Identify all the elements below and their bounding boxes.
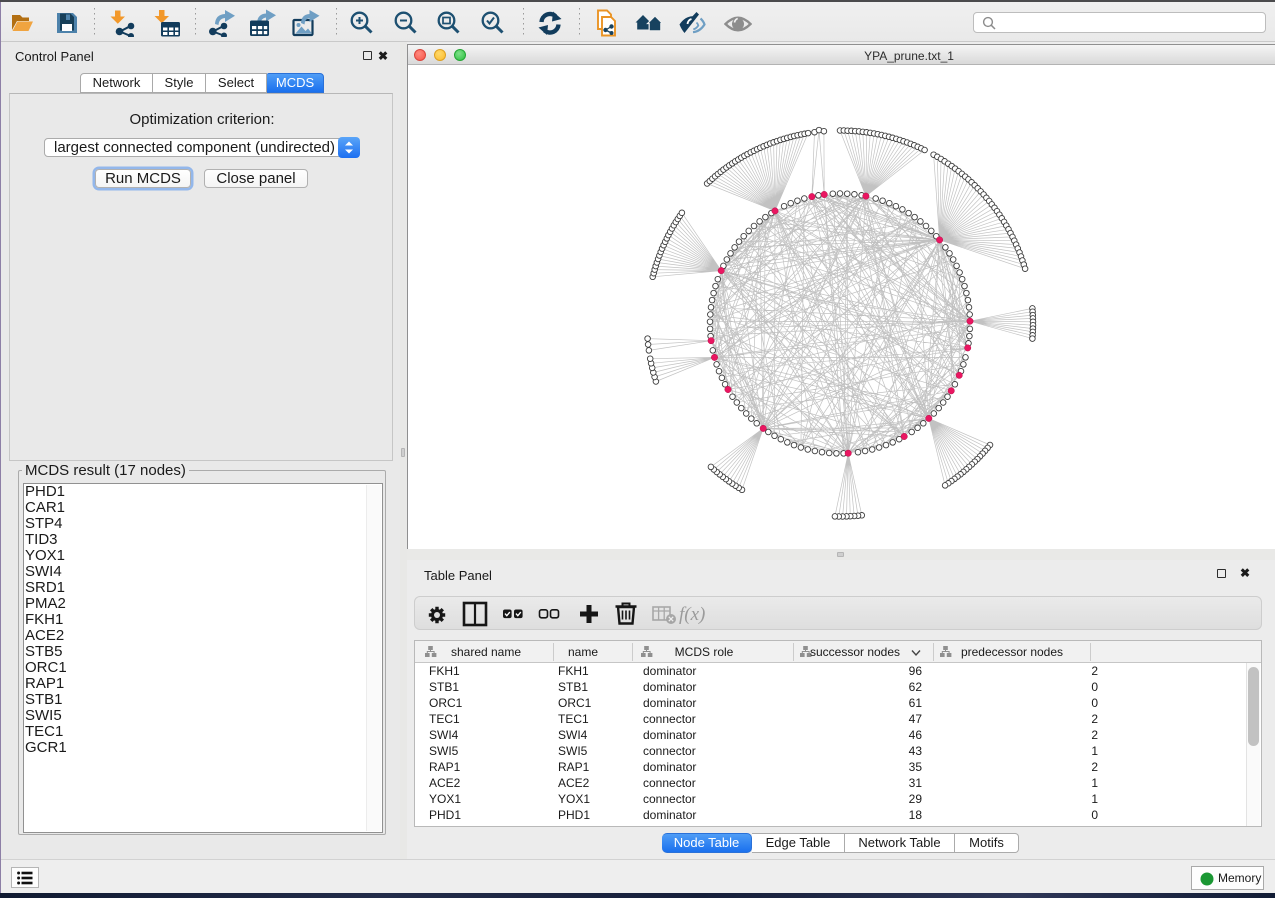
svg-text:f(x): f(x): [679, 604, 705, 625]
